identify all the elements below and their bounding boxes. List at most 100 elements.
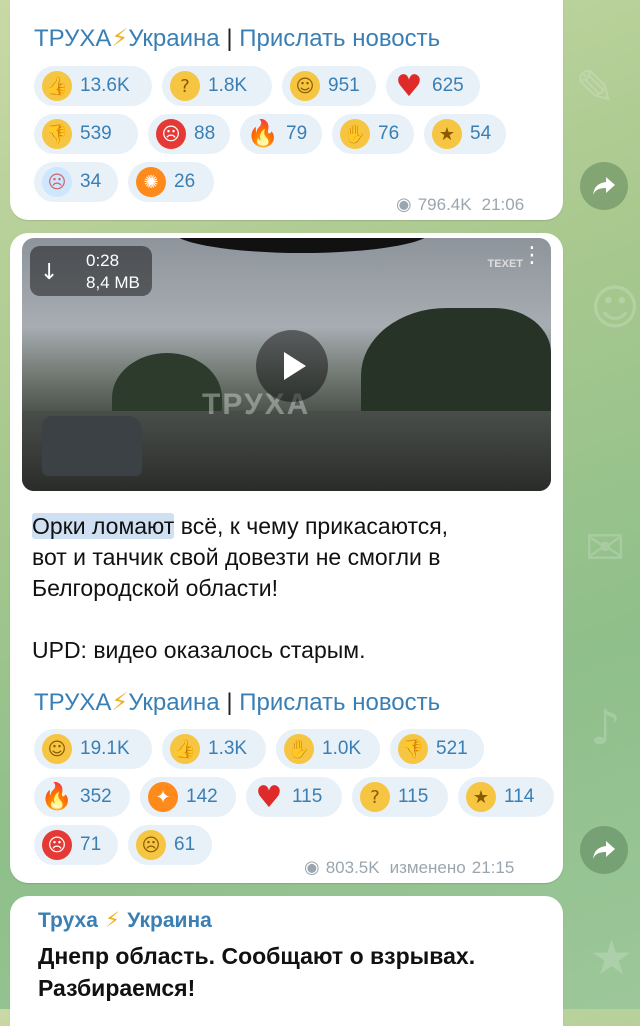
grinning-face-icon: ☺ bbox=[42, 734, 72, 764]
red-heart-icon: ♥ bbox=[395, 68, 423, 104]
reaction-count: 79 bbox=[286, 123, 308, 144]
channel-signature: ТРУХА⚡Украина | Прислать новость bbox=[34, 24, 440, 53]
reaction-count: 1.8K bbox=[208, 75, 248, 96]
video-download-badge[interactable]: ↓ 0:28 8,4 MB bbox=[30, 246, 152, 296]
video-corner-mark: TEXET bbox=[487, 258, 523, 270]
reaction-count: 115 bbox=[292, 786, 323, 807]
thumbs-down-icon: 👎 bbox=[42, 119, 72, 149]
reaction-count: 352 bbox=[80, 786, 112, 807]
reaction-chip[interactable]: ☹ 61 bbox=[128, 825, 212, 865]
reaction-chip[interactable]: ♥ 115 bbox=[246, 777, 342, 817]
reaction-chip[interactable]: ♥ 625 bbox=[386, 66, 480, 106]
message-bubble-3[interactable]: Труха ⚡ Украина Днепр область. Сообщают … bbox=[10, 896, 563, 1026]
reaction-count: 142 bbox=[186, 786, 218, 807]
share-button[interactable] bbox=[580, 162, 628, 210]
fire-icon: 🔥 bbox=[246, 119, 280, 149]
message-meta: ◉ 796.4K 21:06 bbox=[396, 194, 524, 215]
message-bubble-1[interactable]: ТРУХА⚡Украина | Прислать новость 👍 13.6K… bbox=[10, 0, 563, 220]
highlighted-text: Орки ломают bbox=[32, 513, 175, 539]
channel-link[interactable]: ТРУХА bbox=[34, 25, 111, 52]
reaction-count: 521 bbox=[436, 738, 468, 759]
video-player[interactable]: ТРУХА TEXET ⋮ ↓ 0:28 8,4 MB bbox=[22, 238, 551, 491]
play-icon bbox=[284, 352, 306, 380]
reaction-chip[interactable]: ★ 54 bbox=[424, 114, 506, 154]
background-pattern: ★ bbox=[590, 930, 634, 986]
text-line: Разбираемся! bbox=[38, 975, 196, 1001]
country-link[interactable]: Украина bbox=[128, 689, 219, 716]
reaction-chip[interactable]: ✋ 1.0K bbox=[276, 729, 380, 769]
video-frame-car bbox=[42, 416, 142, 476]
video-size: 8,4 MB bbox=[86, 273, 140, 292]
reaction-chip[interactable]: ? 115 bbox=[352, 777, 448, 817]
background-pattern: ♪ bbox=[590, 700, 621, 756]
reaction-count: 76 bbox=[378, 123, 400, 144]
reaction-count: 34 bbox=[80, 171, 102, 192]
background-pattern: ✎ bbox=[575, 60, 616, 116]
reaction-chip[interactable]: ✺ 26 bbox=[128, 162, 214, 202]
reaction-count: 54 bbox=[470, 123, 492, 144]
thinking-face-icon: ? bbox=[170, 71, 200, 101]
clapping-hands-icon: ✋ bbox=[284, 734, 314, 764]
reaction-chip[interactable]: ☹ 34 bbox=[34, 162, 118, 202]
channel-signature: ТРУХА⚡Украина | Прислать новость bbox=[34, 688, 440, 717]
reaction-count: 114 bbox=[504, 786, 535, 807]
submit-news-link[interactable]: Прислать новость bbox=[239, 25, 440, 52]
screaming-face-icon: ☹ bbox=[42, 167, 72, 197]
message-text: Днепр область. Сообщают о взрывах. Разби… bbox=[38, 940, 538, 1004]
video-frame-dashboard bbox=[172, 238, 432, 253]
reaction-count: 88 bbox=[194, 123, 216, 144]
channel-name[interactable]: Труха ⚡ Украина bbox=[38, 908, 212, 933]
reaction-chip[interactable]: 🔥 79 bbox=[240, 114, 322, 154]
cursing-face-icon: ☹ bbox=[42, 830, 72, 860]
lightning-icon: ⚡ bbox=[97, 908, 128, 932]
reaction-chip[interactable]: 👎 539 bbox=[34, 114, 138, 154]
reaction-chip[interactable]: 👍 13.6K bbox=[34, 66, 152, 106]
thinking-face-icon: ? bbox=[360, 782, 390, 812]
red-heart-icon: ♥ bbox=[255, 779, 283, 815]
reaction-chip[interactable]: ☺ 19.1K bbox=[34, 729, 152, 769]
text-line: Днепр область. Сообщают о взрывах. bbox=[38, 943, 476, 969]
play-button[interactable] bbox=[256, 330, 328, 402]
share-button[interactable] bbox=[580, 826, 628, 874]
lightning-icon: ⚡ bbox=[111, 688, 129, 716]
fire-icon: 🔥 bbox=[40, 782, 74, 812]
edited-label: изменено bbox=[389, 857, 466, 877]
text-line: UPD: видео оказалось старым. bbox=[32, 637, 366, 663]
views-eye-icon: ◉ bbox=[396, 194, 412, 215]
views-count: 796.4K bbox=[417, 194, 472, 214]
thumbs-up-icon: 👍 bbox=[170, 734, 200, 764]
lightning-icon: ⚡ bbox=[111, 24, 129, 52]
reaction-chip[interactable]: 🔥 352 bbox=[34, 777, 130, 817]
reaction-count: 61 bbox=[174, 834, 196, 855]
message-time: 21:15 bbox=[471, 857, 515, 877]
channel-link[interactable]: ТРУХА bbox=[34, 689, 111, 716]
reaction-chip[interactable]: ☹ 71 bbox=[34, 825, 118, 865]
reaction-count: 13.6K bbox=[80, 75, 130, 96]
reaction-chip[interactable]: ☺ 951 bbox=[282, 66, 376, 106]
share-arrow-icon bbox=[593, 177, 615, 195]
background-pattern: ☺ bbox=[590, 280, 640, 336]
reaction-chip[interactable]: 👍 1.3K bbox=[162, 729, 266, 769]
message-meta: ◉ 803.5K изменено 21:15 bbox=[304, 857, 514, 878]
video-more-icon[interactable]: ⋮ bbox=[521, 244, 543, 266]
country-link[interactable]: Украина bbox=[128, 25, 219, 52]
reaction-count: 19.1K bbox=[80, 738, 130, 759]
reaction-chip[interactable]: ✋ 76 bbox=[332, 114, 414, 154]
star-struck-icon: ★ bbox=[466, 782, 496, 812]
reaction-chip[interactable]: ☹ 88 bbox=[148, 114, 230, 154]
reaction-chip[interactable]: 👎 521 bbox=[390, 729, 484, 769]
reaction-chip[interactable]: ✦ 142 bbox=[140, 777, 236, 817]
reaction-count: 71 bbox=[80, 834, 102, 855]
exploding-head-icon: ✺ bbox=[136, 167, 166, 197]
message-bubble-2[interactable]: ТРУХА TEXET ⋮ ↓ 0:28 8,4 MB Орки ломают … bbox=[10, 233, 563, 883]
reaction-chip[interactable]: ★ 114 bbox=[458, 777, 554, 817]
video-duration: 0:28 bbox=[86, 251, 120, 270]
party-popper-icon: ✦ bbox=[148, 782, 178, 812]
views-eye-icon: ◉ bbox=[304, 857, 320, 878]
reaction-count: 1.3K bbox=[208, 738, 248, 759]
thumbs-up-icon: 👍 bbox=[42, 71, 72, 101]
submit-news-link[interactable]: Прислать новость bbox=[239, 689, 440, 716]
views-count: 803.5K bbox=[325, 857, 380, 877]
channel-name-text: Труха bbox=[38, 909, 98, 932]
reaction-chip[interactable]: ? 1.8K bbox=[162, 66, 272, 106]
